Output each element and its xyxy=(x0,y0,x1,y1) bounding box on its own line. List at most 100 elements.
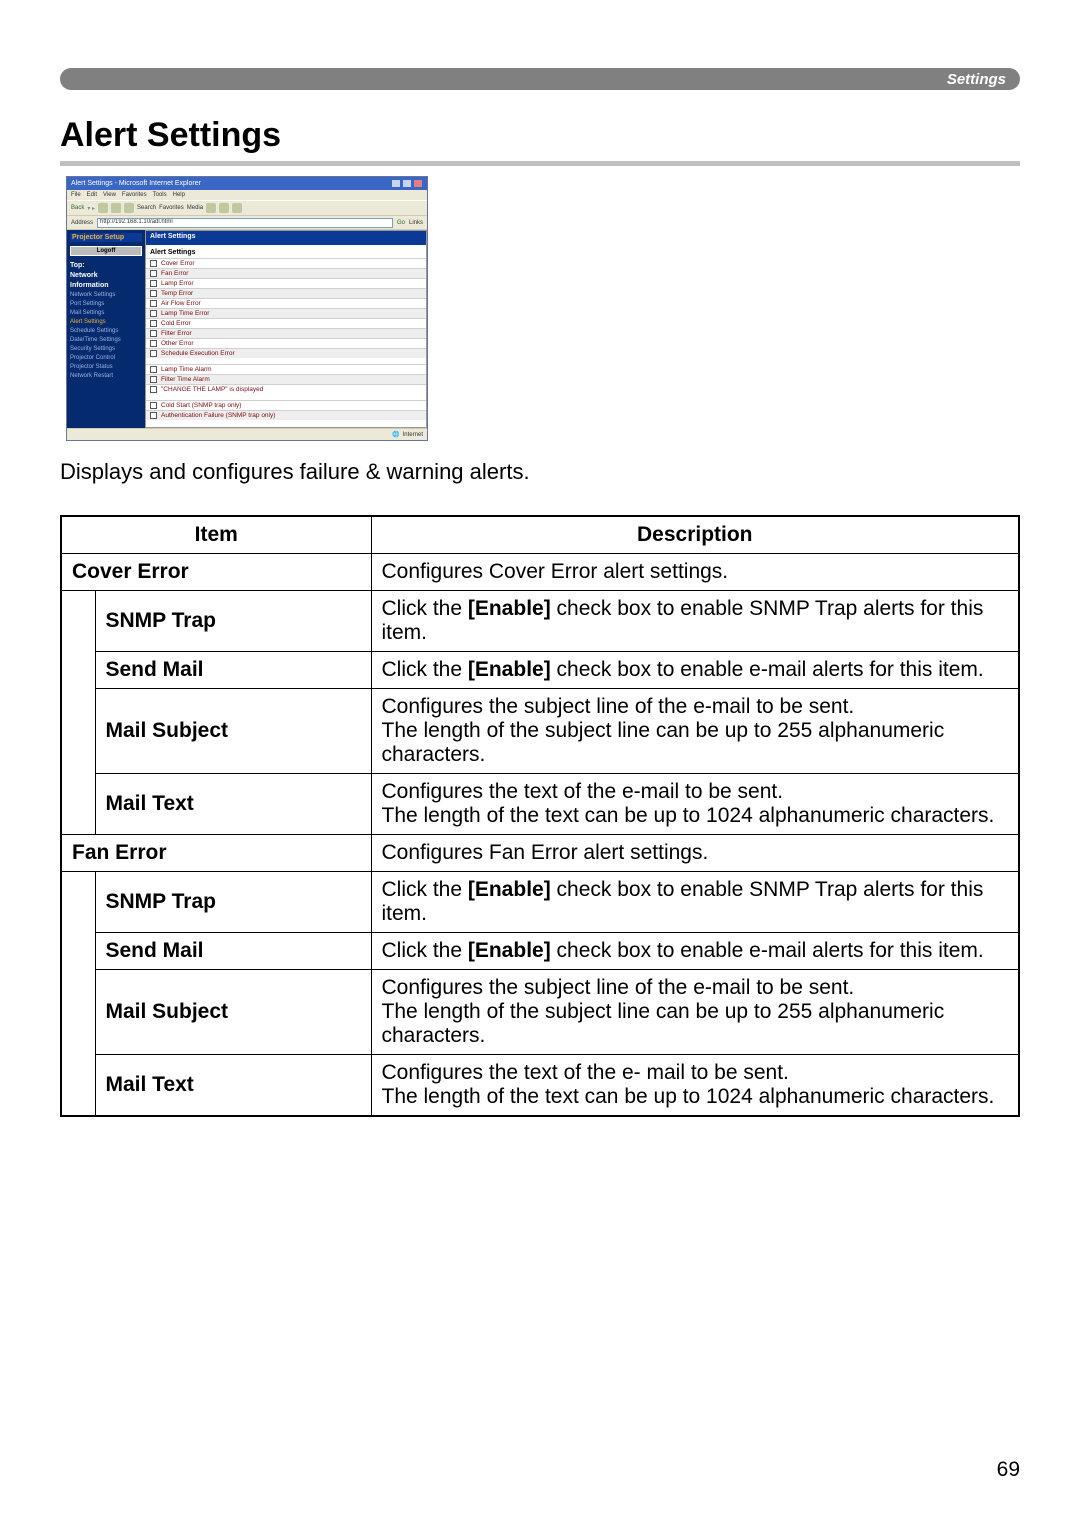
section-header-bar: Settings xyxy=(60,68,1020,90)
snmp-row: Cold Start (SNMP trap only) xyxy=(146,400,426,410)
error-row: Temp Error xyxy=(146,288,426,298)
error-row: Other Error xyxy=(146,338,426,348)
table-sub-row: Mail TextConfigures the text of the e- m… xyxy=(61,1055,1019,1117)
menu-file[interactable]: File xyxy=(71,192,81,198)
checkbox-icon[interactable] xyxy=(150,260,157,267)
error-row: Lamp Time Error xyxy=(146,308,426,318)
checkbox-icon[interactable] xyxy=(150,280,157,287)
alarm-list: Lamp Time Alarm Filter Time Alarm "CHANG… xyxy=(146,364,426,394)
error-row: Filter Error xyxy=(146,328,426,338)
sub-item-name: Mail Text xyxy=(95,1055,371,1117)
history-icon[interactable] xyxy=(206,203,216,213)
sidebar-heading: Projector Setup xyxy=(70,233,142,242)
sidebar-item-projector-control[interactable]: Projector Control xyxy=(70,355,142,361)
table-sub-row: SNMP TrapClick the [Enable] check box to… xyxy=(61,591,1019,652)
checkbox-icon[interactable] xyxy=(150,350,157,357)
window-controls xyxy=(391,179,423,188)
maximize-icon[interactable] xyxy=(402,179,412,188)
table-sub-row: SNMP TrapClick the [Enable] check box to… xyxy=(61,872,1019,933)
sidebar-group-top: Top: xyxy=(70,262,142,269)
error-row: Schedule Execution Error xyxy=(146,348,426,358)
checkbox-icon[interactable] xyxy=(150,310,157,317)
sub-item-name: Mail Subject xyxy=(95,689,371,774)
links-label[interactable]: Links xyxy=(409,220,423,226)
status-bar: 🌐 Internet xyxy=(67,428,427,440)
content-section-label: Alert Settings xyxy=(146,245,426,258)
go-button[interactable]: Go xyxy=(397,220,405,226)
home-icon[interactable] xyxy=(124,203,134,213)
checkbox-icon[interactable] xyxy=(150,320,157,327)
sidebar-item-network-restart[interactable]: Network Restart xyxy=(70,373,142,379)
sidebar-item-projector-status[interactable]: Projector Status xyxy=(70,364,142,370)
checkbox-icon[interactable] xyxy=(150,366,157,373)
sidebar: Projector Setup Logoff Top: Network Info… xyxy=(67,230,145,428)
sub-item-desc: Click the [Enable] check box to enable S… xyxy=(371,591,1019,652)
snmp-list: Cold Start (SNMP trap only) Authenticati… xyxy=(146,400,426,420)
sub-item-name: SNMP Trap xyxy=(95,872,371,933)
snmp-row: Authentication Failure (SNMP trap only) xyxy=(146,410,426,420)
checkbox-icon[interactable] xyxy=(150,300,157,307)
table-sub-row: Send MailClick the [Enable] check box to… xyxy=(61,652,1019,689)
menu-tools[interactable]: Tools xyxy=(153,192,167,198)
mail-icon[interactable] xyxy=(219,203,229,213)
sidebar-item-mail-settings[interactable]: Mail Settings xyxy=(70,310,142,316)
table-group-row: Cover ErrorConfigures Cover Error alert … xyxy=(61,554,1019,591)
alarm-row: "CHANGE THE LAMP" is displayed xyxy=(146,384,426,394)
sidebar-item-network-settings[interactable]: Network Settings xyxy=(70,292,142,298)
sidebar-item-datetime-settings[interactable]: Date/Time Settings xyxy=(70,337,142,343)
checkbox-icon[interactable] xyxy=(150,376,157,383)
sub-item-name: Mail Subject xyxy=(95,970,371,1055)
menu-view[interactable]: View xyxy=(103,192,116,198)
sidebar-item-schedule-settings[interactable]: Schedule Settings xyxy=(70,328,142,334)
print-icon[interactable] xyxy=(232,203,242,213)
checkbox-icon[interactable] xyxy=(150,412,157,419)
error-row: Air Flow Error xyxy=(146,298,426,308)
media-button[interactable]: Media xyxy=(187,205,203,211)
error-list: Cover Error Fan Error Lamp Error Temp Er… xyxy=(146,258,426,358)
checkbox-icon[interactable] xyxy=(150,290,157,297)
refresh-icon[interactable] xyxy=(111,203,121,213)
embedded-screenshot: Alert Settings - Microsoft Internet Expl… xyxy=(66,176,428,441)
table-sub-row: Mail SubjectConfigures the subject line … xyxy=(61,689,1019,774)
zone-icon: 🌐 xyxy=(392,431,399,438)
address-input[interactable]: http://192.168.1.10/adl.html xyxy=(97,218,393,228)
menu-help[interactable]: Help xyxy=(173,192,185,198)
sidebar-item-port-settings[interactable]: Port Settings xyxy=(70,301,142,307)
sub-item-name: Send Mail xyxy=(95,652,371,689)
sidebar-group-network: Network xyxy=(70,272,142,279)
sub-item-name: Send Mail xyxy=(95,933,371,970)
group-desc: Configures Fan Error alert settings. xyxy=(371,835,1019,872)
sidebar-item-security-settings[interactable]: Security Settings xyxy=(70,346,142,352)
menu-edit[interactable]: Edit xyxy=(87,192,97,198)
close-icon[interactable] xyxy=(413,179,423,188)
menu-favorites[interactable]: Favorites xyxy=(122,192,147,198)
indent-spacer xyxy=(61,872,95,1117)
sub-item-desc: Configures the text of the e- mail to be… xyxy=(371,1055,1019,1117)
checkbox-icon[interactable] xyxy=(150,402,157,409)
minimize-icon[interactable] xyxy=(391,179,401,188)
favorites-button[interactable]: Favorites xyxy=(159,205,184,211)
logoff-button[interactable]: Logoff xyxy=(70,246,142,256)
table-group-row: Fan ErrorConfigures Fan Error alert sett… xyxy=(61,835,1019,872)
error-row: Fan Error xyxy=(146,268,426,278)
browser-toolbar: Back ▾ ▸ Search Favorites Media xyxy=(67,200,427,216)
checkbox-icon[interactable] xyxy=(150,386,157,393)
status-text: Internet xyxy=(403,432,423,438)
checkbox-icon[interactable] xyxy=(150,340,157,347)
page-number: 69 xyxy=(997,1458,1020,1482)
page-title: Alert Settings xyxy=(60,116,1020,155)
table-header-item: Item xyxy=(61,516,371,554)
table-sub-row: Send MailClick the [Enable] check box to… xyxy=(61,933,1019,970)
error-row: Cold Error xyxy=(146,318,426,328)
back-button[interactable]: Back xyxy=(71,205,84,211)
checkbox-icon[interactable] xyxy=(150,330,157,337)
group-name: Cover Error xyxy=(61,554,371,591)
sub-item-desc: Configures the subject line of the e-mai… xyxy=(371,970,1019,1055)
checkbox-icon[interactable] xyxy=(150,270,157,277)
error-row: Cover Error xyxy=(146,258,426,268)
sub-item-name: Mail Text xyxy=(95,774,371,835)
address-bar: Address http://192.168.1.10/adl.html Go … xyxy=(67,216,427,230)
stop-icon[interactable] xyxy=(98,203,108,213)
sidebar-item-alert-settings[interactable]: Alert Settings xyxy=(70,319,142,325)
search-button[interactable]: Search xyxy=(137,205,156,211)
